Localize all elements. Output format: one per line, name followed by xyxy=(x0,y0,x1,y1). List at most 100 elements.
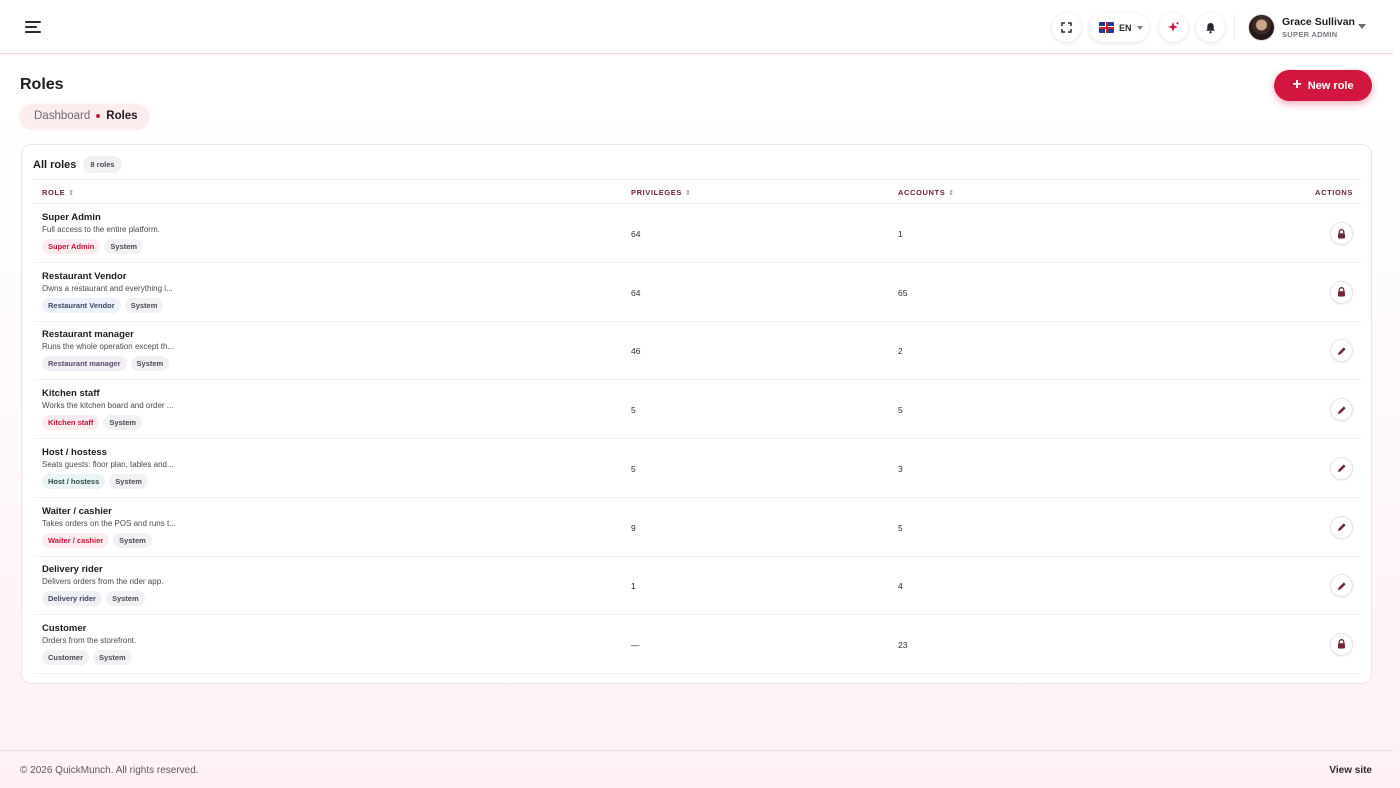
fullscreen-button[interactable] xyxy=(1052,13,1081,42)
column-header-role[interactable]: ROLE ⇕ xyxy=(42,188,75,197)
sort-icon: ⇕ xyxy=(68,189,75,197)
role-name: Super Admin xyxy=(42,212,101,223)
accounts-count: 23 xyxy=(898,639,908,650)
card-title: All roles xyxy=(33,158,77,171)
role-description: Delivers orders from the rider app. xyxy=(42,577,164,587)
roles-card: All roles 8 roles ROLE ⇕ PRIVILEGES ⇕ AC… xyxy=(21,144,1372,684)
ai-assistant-button[interactable] xyxy=(1159,13,1188,42)
accounts-count: 5 xyxy=(898,405,903,416)
bell-icon xyxy=(1206,22,1215,33)
uk-flag-icon xyxy=(1099,22,1114,33)
user-name: Grace Sullivan xyxy=(1282,15,1355,28)
accounts-count: 3 xyxy=(898,463,903,474)
privileges-count: 46 xyxy=(631,346,641,357)
table-header: ROLE ⇕ PRIVILEGES ⇕ ACCOUNTS ⇕ ACTIONS xyxy=(33,179,1361,204)
role-chip: Restaurant Vendor xyxy=(42,297,121,313)
role-name: Delivery rider xyxy=(42,564,103,576)
sparkle-icon xyxy=(1168,21,1180,32)
pencil-icon xyxy=(1337,347,1346,355)
table-row: Waiter / cashier Takes orders on the POS … xyxy=(33,498,1361,557)
edit-role-button[interactable] xyxy=(1330,515,1353,539)
new-role-button[interactable]: + New role xyxy=(1274,70,1372,101)
pencil-icon xyxy=(1337,464,1346,473)
language-selector[interactable]: EN xyxy=(1089,13,1149,42)
system-tag: System xyxy=(93,649,132,665)
sort-icon: ⇕ xyxy=(685,189,692,197)
role-chip: Delivery rider xyxy=(42,591,102,607)
role-name: Kitchen staff xyxy=(42,388,100,400)
table-row: Super Admin Full access to the entire pla… xyxy=(33,204,1361,263)
footer: © 2026 QuickMunch. All rights reserved. … xyxy=(0,750,1393,788)
chevron-down-icon xyxy=(1136,25,1143,30)
role-name: Restaurant Vendor xyxy=(42,270,127,282)
breadcrumb-current: Roles xyxy=(106,110,138,122)
language-code: EN xyxy=(1119,22,1132,33)
column-header-privileges-label: PRIVILEGES xyxy=(631,188,683,197)
privileges-count: 64 xyxy=(631,287,641,298)
pencil-icon xyxy=(1337,523,1346,531)
system-tag: System xyxy=(109,473,148,489)
copyright: © 2026 QuickMunch. All rights reserved. xyxy=(20,765,199,776)
system-tag: System xyxy=(124,297,164,313)
user-menu[interactable]: Grace Sullivan SUPER ADMIN xyxy=(1248,13,1366,41)
new-role-label: New role xyxy=(1307,79,1354,92)
edit-role-button[interactable] xyxy=(1330,574,1353,598)
table-row: Restaurant Vendor Owns a restaurant and e… xyxy=(33,263,1361,322)
system-tag: System xyxy=(103,415,143,431)
top-bar: EN Grace Sullivan SUPER ADMIN xyxy=(0,0,1393,54)
column-header-accounts[interactable]: ACCOUNTS ⇕ xyxy=(898,188,955,197)
accounts-count: 65 xyxy=(898,287,908,298)
header-divider xyxy=(1234,15,1235,39)
role-description: Runs the whole operation except th... xyxy=(42,342,175,352)
accounts-count: 1 xyxy=(898,229,903,239)
privileges-count: 5 xyxy=(631,405,636,416)
table-row: Kitchen staff Works the kitchen board and… xyxy=(33,380,1361,440)
role-chip: Customer xyxy=(42,649,90,665)
role-description: Orders from the storefront. xyxy=(42,635,137,645)
role-chip: Restaurant manager xyxy=(42,356,127,372)
privileges-count: 1 xyxy=(631,581,636,592)
role-description: Owns a restaurant and everything i... xyxy=(42,283,173,293)
role-description: Takes orders on the POS and runs t... xyxy=(42,518,176,528)
privileges-count: 5 xyxy=(631,463,636,474)
lock-icon xyxy=(1338,228,1345,238)
plus-icon: + xyxy=(1292,75,1302,93)
notifications-button[interactable] xyxy=(1196,13,1225,42)
edit-role-button[interactable] xyxy=(1330,339,1353,363)
role-chip: Super Admin xyxy=(42,239,101,254)
role-description: Full access to the entire platform. xyxy=(42,225,160,234)
role-description: Works the kitchen board and order ... xyxy=(42,401,174,411)
edit-role-button[interactable] xyxy=(1330,456,1353,480)
role-name: Customer xyxy=(42,622,87,634)
column-header-actions: ACTIONS xyxy=(1315,188,1353,197)
lock-icon xyxy=(1338,639,1345,649)
role-chip: Kitchen staff xyxy=(42,415,100,431)
column-header-role-label: ROLE xyxy=(42,188,66,197)
locked-role-button[interactable] xyxy=(1330,632,1353,656)
menu-icon[interactable] xyxy=(25,19,43,35)
privileges-count: 64 xyxy=(631,229,641,239)
column-header-privileges[interactable]: PRIVILEGES ⇕ xyxy=(631,188,691,197)
role-chip: Host / hostess xyxy=(42,473,106,489)
system-tag: System xyxy=(105,591,145,607)
role-chip: Waiter / cashier xyxy=(42,532,110,548)
locked-role-button[interactable] xyxy=(1330,222,1353,245)
locked-role-button[interactable] xyxy=(1330,280,1353,304)
view-site-link[interactable]: View site xyxy=(1329,765,1372,776)
column-header-actions-label: ACTIONS xyxy=(1315,188,1353,197)
privileges-count: 9 xyxy=(631,522,636,533)
user-role: SUPER ADMIN xyxy=(1282,29,1338,39)
breadcrumb-dashboard[interactable]: Dashboard xyxy=(34,110,90,122)
role-name: Host / hostess xyxy=(42,446,107,458)
table-row: Customer Orders from the storefront. Custo… xyxy=(33,615,1361,674)
sort-icon: ⇕ xyxy=(948,189,955,197)
privileges-count: — xyxy=(631,639,640,650)
table-row: Delivery rider Delivers orders from the r… xyxy=(33,556,1361,616)
edit-role-button[interactable] xyxy=(1330,398,1353,422)
system-tag: System xyxy=(113,532,152,548)
avatar xyxy=(1248,13,1275,41)
table-row: Restaurant manager Runs the whole operati… xyxy=(33,321,1361,381)
pencil-icon xyxy=(1337,582,1346,590)
accounts-count: 5 xyxy=(898,522,903,533)
accounts-count: 2 xyxy=(898,346,903,357)
